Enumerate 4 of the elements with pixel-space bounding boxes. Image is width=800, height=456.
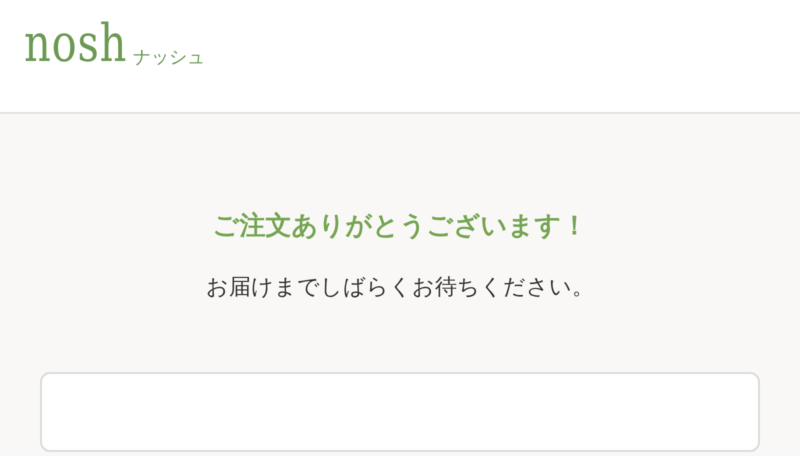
- logo-kana: ナッシュ: [132, 48, 205, 68]
- delivery-message: お届けまでしばらくお待ちください。: [206, 274, 594, 302]
- thanks-title: ご注文ありがとうございます！: [212, 210, 588, 243]
- logo-text[interactable]: nosh: [24, 14, 128, 74]
